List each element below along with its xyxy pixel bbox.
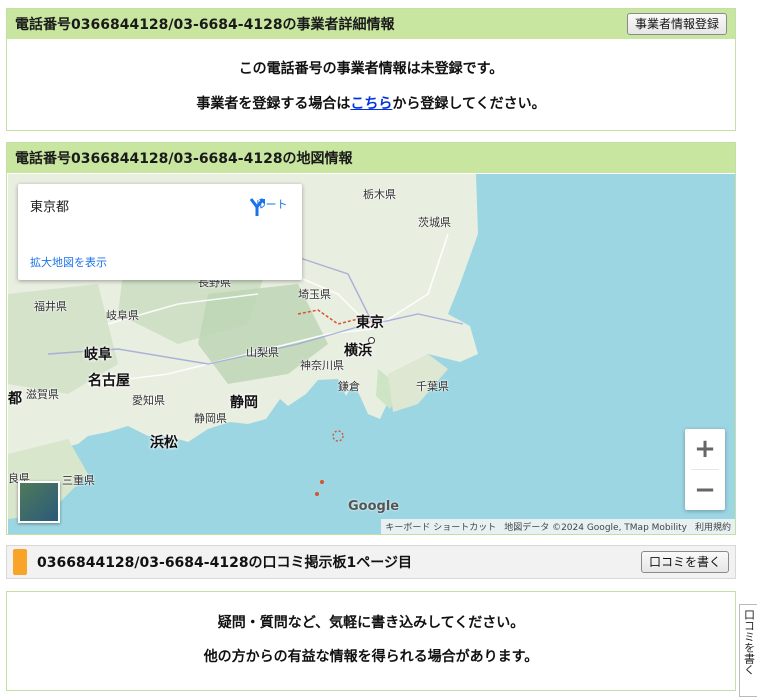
accent-bar (13, 549, 27, 575)
label-ibaraki: 茨城県 (418, 216, 451, 229)
label-saitama: 埼玉県 (298, 288, 331, 301)
label-chiba: 千葉県 (416, 380, 449, 393)
map-info-card: 東京都 ルート 拡大地図を表示 (18, 184, 302, 280)
satellite-toggle[interactable] (18, 481, 60, 523)
label-gifu-pref: 岐阜県 (106, 309, 139, 322)
route-button[interactable]: ルート (246, 196, 296, 216)
map-panel: 電話番号0366844128/03-6684-4128の地図情報 栃木県 茨城県… (6, 142, 736, 535)
keyboard-shortcuts-link[interactable]: キーボード ショートカット (385, 520, 496, 533)
larger-map-link[interactable]: 拡大地図を表示 (30, 254, 107, 270)
map-header: 電話番号0366844128/03-6684-4128の地図情報 (7, 143, 735, 173)
register-business-button[interactable]: 事業者情報登録 (626, 13, 727, 35)
label-hamamatsu: 浜松 (150, 435, 178, 451)
label-shizuoka-pref: 静岡県 (194, 412, 227, 425)
directions-icon (249, 198, 265, 216)
board-invite: 疑問・質問など、気軽に書き込みしてください。 (217, 615, 525, 631)
label-shiga: 滋賀県 (26, 388, 59, 401)
register-prefix: 事業者を登録する場合は (196, 96, 351, 112)
unregistered-message: この電話番号の事業者情報は未登録です。 (238, 61, 504, 77)
label-shizuoka-city: 静岡 (230, 395, 258, 411)
side-write-review-tab[interactable]: 口コミを書く (739, 604, 757, 697)
label-nagoya: 名古屋 (88, 373, 130, 389)
register-instruction: 事業者を登録する場合はこちらから登録してください。 (7, 93, 735, 113)
label-yokohama: 横浜 (344, 343, 372, 359)
business-info-panel: 電話番号0366844128/03-6684-4128の事業者詳細情報 事業者情… (6, 8, 736, 131)
board-header: 0366844128/03-6684-4128の口コミ掲示板1ページ目 口コミを… (6, 545, 736, 579)
google-map[interactable]: 栃木県 茨城県 長野県 福井県 岐阜県 埼玉県 東京 山梨県 横浜 神奈川県 鎌… (8, 174, 735, 534)
business-info-title: 電話番号0366844128/03-6684-4128の事業者詳細情報 (15, 17, 395, 33)
label-aichi: 愛知県 (132, 394, 165, 407)
zoom-in-button[interactable]: + (685, 429, 725, 469)
write-review-button[interactable]: 口コミを書く (640, 551, 729, 573)
zoom-out-button[interactable]: − (685, 470, 725, 510)
business-info-header: 電話番号0366844128/03-6684-4128の事業者詳細情報 事業者情… (7, 9, 735, 39)
label-fukui: 福井県 (34, 300, 67, 313)
label-miyako: 都 (8, 391, 22, 407)
board-title: 0366844128/03-6684-4128の口コミ掲示板1ページ目 (37, 555, 413, 571)
label-mie: 三重県 (62, 474, 95, 487)
label-kamakura: 鎌倉 (338, 380, 360, 393)
google-logo: Google (348, 499, 400, 514)
label-tochigi: 栃木県 (363, 188, 396, 201)
label-gifu-city: 岐阜 (84, 347, 112, 363)
register-suffix: から登録してください。 (392, 96, 546, 112)
board-benefit: 他の方からの有益な情報を得られる場合があります。 (203, 649, 539, 665)
label-kanagawa: 神奈川県 (300, 359, 344, 372)
zoom-control: + − (685, 429, 725, 510)
map-place-name: 東京都 (30, 200, 70, 215)
map-attribution: キーボード ショートカット 地図データ ©2024 Google, TMap M… (381, 519, 735, 534)
map-data-credit: 地図データ ©2024 Google, TMap Mobility (504, 523, 687, 533)
board-panel: 疑問・質問など、気軽に書き込みしてください。 他の方からの有益な情報を得られる場… (6, 591, 736, 691)
label-yamanashi: 山梨県 (246, 346, 279, 359)
map-title: 電話番号0366844128/03-6684-4128の地図情報 (15, 151, 353, 167)
register-link[interactable]: こちら (350, 96, 392, 112)
terms-link[interactable]: 利用規約 (695, 520, 731, 533)
